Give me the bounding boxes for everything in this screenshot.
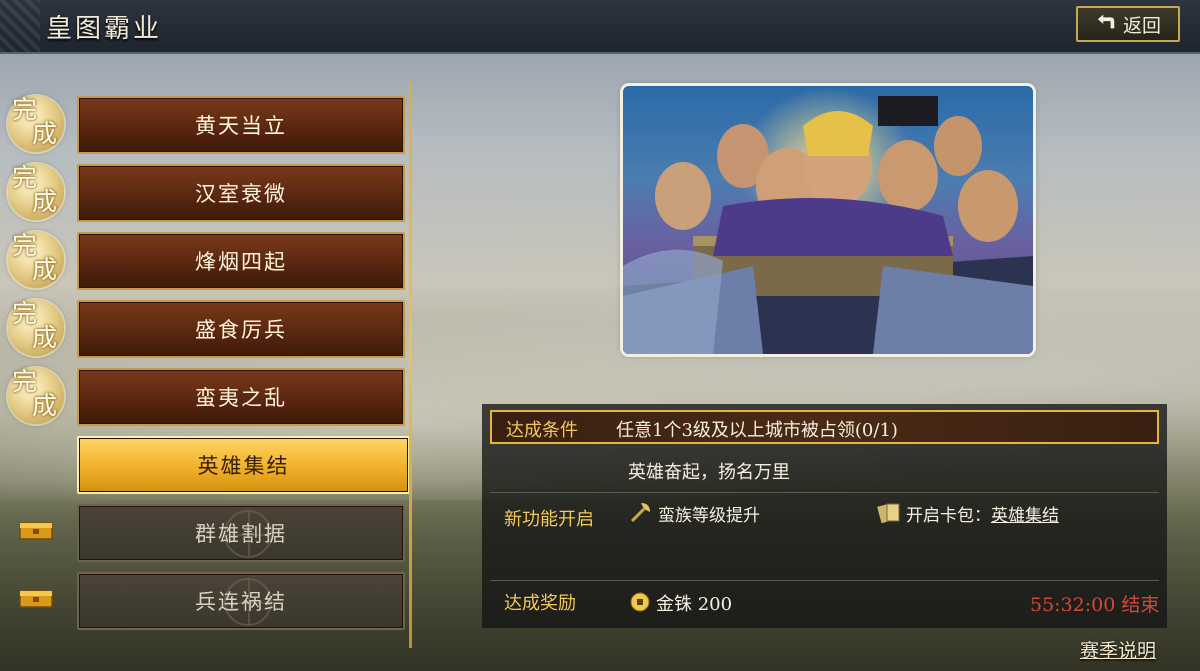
- completed-seal-icon: 完成: [8, 164, 64, 220]
- condition-row: 达成条件 任意1个3级及以上城市被占领(0/1): [490, 410, 1159, 444]
- stage-label: 群雄割据: [195, 522, 287, 546]
- gold-coin-icon: [630, 592, 650, 612]
- unlock-feature-1: 蛮族等级提升: [658, 506, 760, 526]
- reward-item: 金铢 200: [656, 594, 733, 615]
- stage-button-locked[interactable]: 群雄割据: [77, 504, 405, 562]
- stage-button-active[interactable]: 英雄集结: [77, 436, 410, 494]
- stage-button[interactable]: 盛食厉兵: [77, 300, 405, 358]
- condition-label: 达成条件: [506, 420, 578, 441]
- chest-icon[interactable]: [19, 521, 53, 541]
- stage-detail-panel: 达成条件 任意1个3级及以上城市被占领(0/1) 英雄奋起，扬名万里 新功能开启…: [482, 404, 1167, 628]
- completed-seal-icon: 完成: [8, 368, 64, 424]
- flavor-text: 英雄奋起，扬名万里: [628, 462, 790, 483]
- barbarian-axe-icon: [628, 499, 654, 525]
- condition-text: 任意1个3级及以上城市被占领(0/1): [616, 420, 898, 441]
- stage-label: 盛食厉兵: [195, 318, 287, 342]
- card-pack-link[interactable]: 英雄集结: [991, 506, 1059, 526]
- top-bar: 皇图霸业 返回: [0, 0, 1200, 54]
- stage-button[interactable]: 烽烟四起: [77, 232, 405, 290]
- season-info-link[interactable]: 赛季说明: [1080, 636, 1156, 663]
- reward-label: 达成奖励: [504, 593, 576, 614]
- back-arrow-icon: [1095, 11, 1117, 38]
- stage-label: 汉室衰微: [195, 182, 287, 206]
- list-divider: [409, 82, 412, 648]
- unlock-label: 新功能开启: [504, 509, 594, 530]
- stage-label: 蛮夷之乱: [195, 386, 287, 410]
- stage-button[interactable]: 汉室衰微: [77, 164, 405, 222]
- completed-seal-icon: 完成: [8, 232, 64, 288]
- separator: [490, 580, 1159, 581]
- stage-button[interactable]: 蛮夷之乱: [77, 368, 405, 426]
- back-button-label: 返回: [1122, 14, 1161, 37]
- card-pack-icon: [876, 499, 902, 525]
- stage-label: 烽烟四起: [195, 250, 287, 274]
- stage-label: 兵连祸结: [195, 590, 287, 614]
- back-button[interactable]: 返回: [1076, 6, 1180, 42]
- stage-button-locked[interactable]: 兵连祸结: [77, 572, 405, 630]
- unlock-feature-2: 开启卡包：英雄集结: [906, 506, 1059, 526]
- stage-artwork: [623, 86, 1033, 354]
- countdown-timer: 55:32:00 结束: [1030, 594, 1160, 616]
- completed-seal-icon: 完成: [8, 300, 64, 356]
- chest-icon[interactable]: [19, 589, 53, 609]
- stage-label: 英雄集结: [197, 454, 290, 478]
- stage-label: 黄天当立: [195, 114, 287, 138]
- completed-seal-icon: 完成: [8, 96, 64, 152]
- top-bar-pattern: [0, 0, 40, 52]
- page-title: 皇图霸业: [46, 14, 163, 44]
- separator: [490, 492, 1159, 493]
- stage-button[interactable]: 黄天当立: [77, 96, 405, 154]
